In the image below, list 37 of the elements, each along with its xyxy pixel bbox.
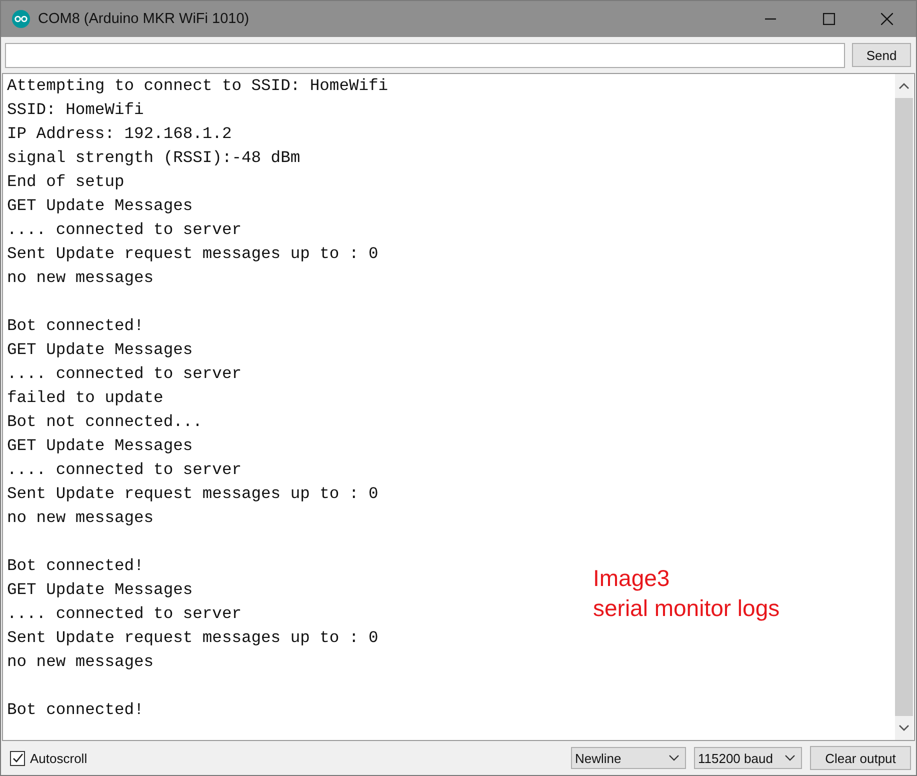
log-line: GET Update Messages <box>7 339 193 361</box>
log-line: Sent Update request messages up to : 0 <box>7 483 378 505</box>
log-line: no new messages <box>7 507 154 529</box>
log-line: IP Address: 192.168.1.2 <box>7 123 232 145</box>
app-logo-icon <box>12 10 30 28</box>
window-title: COM8 (Arduino MKR WiFi 1010) <box>38 11 250 27</box>
log-line: Bot connected! <box>7 699 144 721</box>
log-line: SSID: HomeWifi <box>7 99 144 121</box>
log-line: failed to update <box>7 387 164 409</box>
log-line: .... connected to server <box>7 459 242 481</box>
baud-rate-dropdown[interactable]: 115200 baud <box>694 747 802 769</box>
clear-output-button[interactable]: Clear output <box>810 746 911 770</box>
caret-icon <box>669 755 679 761</box>
log-line: .... connected to server <box>7 603 242 625</box>
log-line: no new messages <box>7 267 154 289</box>
log-line: Bot connected! <box>7 555 144 577</box>
annotation-text: serial monitor logs <box>593 594 780 623</box>
annotation-text: Image3 <box>593 564 670 593</box>
log-line: .... connected to server <box>7 219 242 241</box>
autoscroll-label: Autoscroll <box>30 750 88 766</box>
log-line: Attempting to connect to SSID: HomeWifi <box>7 75 388 97</box>
caret-icon <box>785 755 795 761</box>
log-line: GET Update Messages <box>7 435 193 457</box>
log-line: no new messages <box>7 651 154 673</box>
log-line: End of setup <box>7 171 124 193</box>
log-line: Bot connected! <box>7 315 144 337</box>
log-line: Sent Update request messages up to : 0 <box>7 627 378 649</box>
message-input-field[interactable] <box>5 42 845 68</box>
log-line: Sent Update request messages up to : 0 <box>7 243 378 265</box>
log-line: Bot not connected... <box>7 411 202 433</box>
log-line: .... connected to server <box>7 363 242 385</box>
log-line: signal strength (RSSI):-48 dBm <box>7 147 300 169</box>
send-button[interactable]: Send <box>852 43 911 67</box>
line-ending-dropdown[interactable]: Newline <box>571 747 686 769</box>
log-line: GET Update Messages <box>7 579 193 601</box>
autoscroll-checkbox[interactable] <box>10 750 25 766</box>
log-line: GET Update Messages <box>7 195 193 217</box>
